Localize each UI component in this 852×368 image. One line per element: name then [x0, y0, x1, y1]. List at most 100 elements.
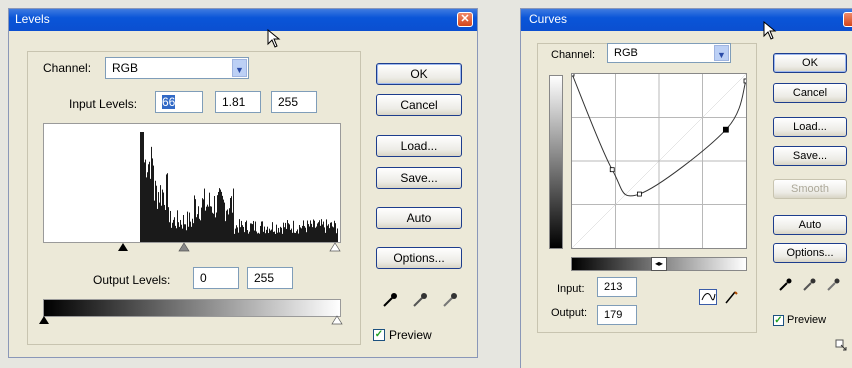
chevron-down-icon[interactable]: ▼ — [232, 59, 247, 77]
cancel-button[interactable]: Cancel — [773, 83, 847, 103]
channel-value: RGB — [614, 47, 638, 59]
histogram-bar — [303, 220, 304, 242]
eyedropper-black-icon[interactable] — [777, 277, 793, 293]
histogram-bar — [153, 165, 154, 242]
options-button[interactable]: Options... — [773, 243, 847, 263]
histogram-bar — [170, 210, 171, 242]
curves-titlebar[interactable]: Curves — [521, 9, 852, 31]
histogram-bar — [326, 219, 327, 242]
histogram-bar — [251, 223, 252, 242]
cancel-button[interactable]: Cancel — [376, 94, 462, 116]
histogram-bar — [317, 223, 318, 242]
histogram — [43, 123, 341, 243]
histogram-bar — [141, 132, 142, 242]
load-button[interactable]: Load... — [773, 117, 847, 137]
histogram-bars — [140, 132, 338, 242]
histogram-bar — [334, 220, 335, 242]
curve-graph[interactable] — [571, 73, 747, 249]
histogram-bar — [203, 199, 204, 242]
curve-tool-icon[interactable] — [699, 289, 717, 305]
histogram-bar — [171, 227, 172, 242]
histogram-bar — [333, 227, 334, 242]
auto-button[interactable]: Auto — [773, 215, 847, 235]
output-sliders[interactable] — [39, 315, 345, 327]
input-levels-label: Input Levels: — [69, 97, 138, 111]
input-sliders[interactable] — [39, 241, 345, 253]
histogram-bar — [162, 189, 163, 242]
channel-select[interactable]: RGB ▼ — [607, 43, 731, 63]
histogram-bar — [173, 219, 174, 242]
input-level-white-field[interactable]: 255 — [271, 91, 317, 113]
expand-icon[interactable] — [835, 339, 847, 351]
histogram-bar — [301, 228, 302, 242]
histogram-bar — [202, 198, 203, 242]
chevron-down-icon[interactable]: ▼ — [714, 45, 729, 61]
histogram-bar — [165, 209, 166, 242]
input-level-black-field[interactable]: 66 — [155, 91, 203, 113]
histogram-bar — [197, 214, 198, 242]
eyedropper-white-icon[interactable] — [825, 277, 841, 293]
preview-checkbox[interactable]: ✓ — [373, 329, 385, 341]
histogram-bar — [183, 214, 184, 242]
channel-select[interactable]: RGB ▼ — [105, 57, 249, 79]
input-level-gamma-field[interactable]: 1.81 — [215, 91, 261, 113]
histogram-bar — [221, 191, 222, 242]
channel-label: Channel: — [43, 61, 92, 75]
histogram-bar — [261, 221, 262, 242]
ok-button[interactable]: OK — [376, 63, 462, 85]
histogram-bar — [210, 206, 211, 242]
histogram-bar — [201, 207, 202, 242]
histogram-bar — [283, 222, 284, 242]
preview-checkbox[interactable]: ✓ — [773, 315, 784, 326]
histogram-bar — [143, 132, 144, 242]
curve-point — [609, 167, 615, 173]
histogram-bar — [264, 226, 265, 242]
histogram-bar — [185, 224, 186, 242]
histogram-bar — [179, 226, 180, 242]
close-icon[interactable] — [843, 12, 852, 27]
curve-point — [636, 191, 642, 197]
histogram-bar — [151, 146, 152, 242]
close-icon[interactable]: ✕ — [457, 12, 473, 27]
load-button[interactable]: Load... — [376, 135, 462, 157]
auto-button[interactable]: Auto — [376, 207, 462, 229]
histogram-bar — [302, 225, 303, 242]
cursor-icon — [763, 21, 777, 40]
histogram-bar — [227, 209, 228, 242]
output-field[interactable]: 179 — [597, 305, 637, 325]
histogram-bar — [189, 212, 190, 242]
options-button[interactable]: Options... — [376, 247, 462, 269]
eyedropper-gray-icon[interactable] — [801, 277, 817, 293]
save-button[interactable]: Save... — [376, 167, 462, 189]
histogram-bar — [253, 220, 254, 242]
histogram-bar — [313, 219, 314, 242]
histogram-bar — [328, 224, 329, 242]
histogram-bar — [200, 220, 201, 242]
histogram-bar — [190, 221, 191, 242]
levels-dialog: Levels ✕ Channel: RGB ▼ Input Levels: 66… — [8, 8, 478, 358]
eyedropper-white-icon[interactable] — [441, 291, 459, 309]
gradient-toggle-icon[interactable]: ◂▸ — [651, 257, 667, 271]
eyedropper-black-icon[interactable] — [381, 291, 399, 309]
smooth-button[interactable]: Smooth — [773, 179, 847, 199]
histogram-bar — [180, 219, 181, 242]
output-level-white-field[interactable]: 255 — [247, 267, 293, 289]
eyedropper-gray-icon[interactable] — [411, 291, 429, 309]
histogram-bar — [239, 219, 240, 242]
histogram-bar — [166, 174, 167, 242]
pencil-tool-icon[interactable] — [723, 289, 739, 305]
histogram-bar — [174, 217, 175, 242]
input-field[interactable]: 213 — [597, 277, 637, 297]
levels-titlebar[interactable]: Levels ✕ — [9, 9, 477, 31]
histogram-bar — [226, 210, 227, 242]
histogram-bar — [299, 224, 300, 242]
ok-button[interactable]: OK — [773, 53, 847, 73]
histogram-bar — [272, 222, 273, 242]
histogram-bar — [307, 220, 308, 242]
histogram-bar — [156, 185, 157, 242]
save-button[interactable]: Save... — [773, 146, 847, 166]
histogram-bar — [300, 227, 301, 242]
histogram-bar — [318, 222, 319, 242]
output-level-black-field[interactable]: 0 — [193, 267, 239, 289]
histogram-bar — [175, 225, 176, 242]
